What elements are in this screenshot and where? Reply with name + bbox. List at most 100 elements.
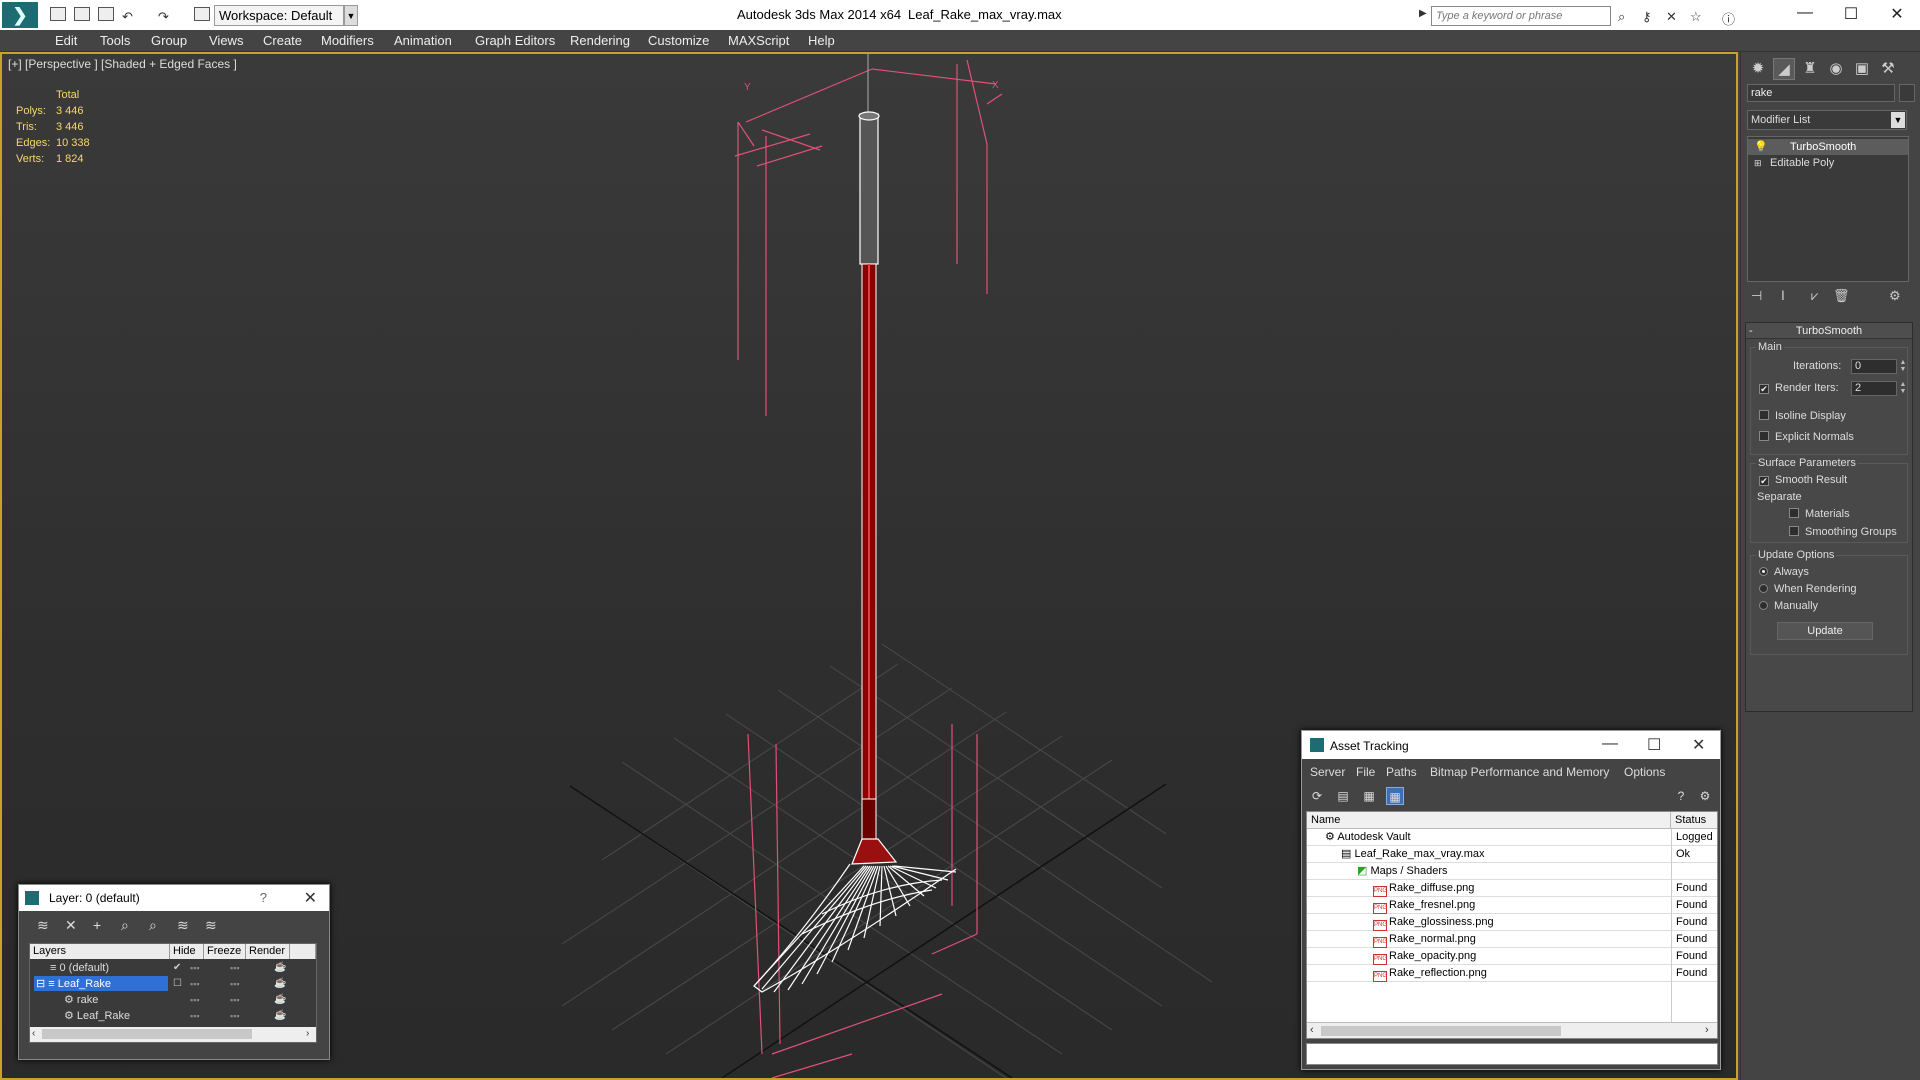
freeze-toggle[interactable]: ▪▪▪ <box>230 992 240 1008</box>
help-icon[interactable]: ? <box>260 890 267 905</box>
table-row[interactable]: ◩ Maps / Shaders <box>1307 863 1717 880</box>
layer-row[interactable]: ≡ 0 (default) ✔ ▪▪▪ ▪▪▪ ☕ <box>30 960 316 976</box>
chevron-down-icon[interactable]: ▼ <box>344 5 358 26</box>
freeze-all-icon[interactable]: ≋ <box>205 917 217 934</box>
menu-help[interactable]: Help <box>808 33 835 48</box>
table-row[interactable]: PNG Rake_fresnel.png Found <box>1307 897 1717 914</box>
close-icon[interactable]: ✕ <box>1692 735 1705 755</box>
column-header-freeze[interactable]: Freeze <box>204 944 246 959</box>
hierarchy-tab-icon[interactable]: ♜ <box>1799 58 1821 80</box>
set-current-layer-icon[interactable]: ☐ <box>173 976 182 992</box>
menu-rendering[interactable]: Rendering <box>570 33 630 48</box>
radio-selected-icon[interactable] <box>1759 567 1768 576</box>
rollout-title[interactable]: - TurboSmooth <box>1746 323 1912 339</box>
checkbox-icon[interactable] <box>1759 431 1769 441</box>
asset-tracking-header[interactable]: Asset Tracking — ☐ ✕ <box>1302 731 1720 759</box>
minimize-icon[interactable]: — <box>1785 4 1825 22</box>
scroll-right-icon[interactable]: › <box>306 1028 309 1039</box>
table-row[interactable]: PNG Rake_diffuse.png Found <box>1307 880 1717 897</box>
motion-tab-icon[interactable]: ◉ <box>1825 58 1847 80</box>
collapse-minus-icon[interactable]: - <box>1749 323 1753 339</box>
menu-paths[interactable]: Paths <box>1386 765 1417 779</box>
materials-checkbox[interactable]: Materials <box>1789 508 1850 520</box>
remove-modifier-icon[interactable]: 🗑 <box>1833 288 1850 304</box>
favorites-star-icon[interactable]: ☆ <box>1690 9 1702 25</box>
checkbox-checked-icon[interactable]: ✔ <box>1759 384 1769 394</box>
active-layer-check-icon[interactable]: ✔ <box>173 960 181 976</box>
delete-layer-icon[interactable]: ✕ <box>65 917 77 934</box>
add-to-layer-icon[interactable]: + <box>93 917 101 933</box>
radio-icon[interactable] <box>1759 584 1768 593</box>
list-view-icon[interactable]: ▤ <box>1334 787 1352 805</box>
checkbox-icon[interactable] <box>1789 526 1799 536</box>
expand-plus-icon[interactable]: ⊞ <box>1754 155 1762 171</box>
scroll-right-icon[interactable]: › <box>1705 1024 1709 1036</box>
render-iters-checkbox[interactable]: ✔ Render Iters: <box>1759 382 1839 394</box>
menu-server[interactable]: Server <box>1310 765 1345 779</box>
layer-row[interactable]: ⚙ rake ▪▪▪ ▪▪▪ ☕ <box>30 992 316 1008</box>
when-rendering-radio[interactable]: When Rendering <box>1759 583 1857 595</box>
rake-head[interactable] <box>753 838 957 993</box>
column-header-layers[interactable]: Layers <box>30 944 170 959</box>
hide-toggle[interactable]: ▪▪▪ <box>190 1008 200 1024</box>
column-header-name[interactable]: Name <box>1307 812 1671 829</box>
menu-modifiers[interactable]: Modifiers <box>321 33 374 48</box>
help-icon[interactable]: ? <box>1672 787 1690 805</box>
table-row[interactable]: PNG Rake_opacity.png Found <box>1307 948 1717 965</box>
menu-animation[interactable]: Animation <box>394 33 452 48</box>
column-header-render[interactable]: Render <box>246 944 290 959</box>
menu-create[interactable]: Create <box>263 33 302 48</box>
workspace-dropdown[interactable]: Workspace: Default <box>214 5 344 26</box>
hide-toggle[interactable]: ▪▪▪ <box>190 992 200 1008</box>
maximize-icon[interactable]: ☐ <box>1831 4 1871 24</box>
column-header-hide[interactable]: Hide <box>170 944 204 959</box>
iterations-spinner[interactable]: 0 <box>1851 359 1897 374</box>
layer-row[interactable]: ⚙ Leaf_Rake ▪▪▪ ▪▪▪ ☕ <box>30 1008 316 1024</box>
chevron-right-icon[interactable]: ▶ <box>1419 8 1427 19</box>
menu-views[interactable]: Views <box>209 33 243 48</box>
stack-item-editable-poly[interactable]: ⊞ Editable Poly <box>1748 155 1908 171</box>
modify-tab-icon[interactable]: ◢ <box>1773 58 1795 80</box>
refresh-icon[interactable]: ⟳ <box>1308 787 1326 805</box>
spinner-arrows-icon[interactable]: ▲ ▼ <box>1899 381 1907 396</box>
hide-toggle[interactable]: ▪▪▪ <box>190 976 200 992</box>
close-icon[interactable]: ✕ <box>304 888 317 908</box>
horizontal-scrollbar[interactable]: ‹ › <box>1307 1022 1717 1038</box>
search-input[interactable]: Type a keyword or phrase <box>1431 6 1611 26</box>
scrollbar-thumb[interactable] <box>1321 1026 1561 1036</box>
highlight-layer-icon[interactable]: ⌕ <box>149 917 157 934</box>
freeze-toggle[interactable]: ▪▪▪ <box>230 960 240 976</box>
lightbulb-icon[interactable]: 💡 <box>1754 139 1768 155</box>
menu-file[interactable]: File <box>1356 765 1375 779</box>
render-iters-spinner[interactable]: 2 <box>1851 381 1897 396</box>
layer-dialog-header[interactable]: Layer: 0 (default) ? ✕ <box>19 885 329 911</box>
menu-maxscript[interactable]: MAXScript <box>728 33 789 48</box>
make-unique-icon[interactable]: ⩗ <box>1811 288 1818 304</box>
display-tab-icon[interactable]: ▣ <box>1851 58 1873 80</box>
column-header-extra[interactable] <box>290 944 316 959</box>
render-teapot-icon[interactable]: ☕ <box>274 1008 286 1024</box>
scroll-left-icon[interactable]: ‹ <box>32 1028 35 1039</box>
create-tab-icon[interactable]: ✹ <box>1747 58 1769 80</box>
table-row[interactable]: PNG Rake_reflection.png Found <box>1307 965 1717 982</box>
update-button[interactable]: Update <box>1777 622 1873 640</box>
table-row[interactable]: ⚙ Autodesk Vault Logged <box>1307 829 1717 846</box>
menu-bitmap-performance[interactable]: Bitmap Performance and Memory <box>1430 765 1609 779</box>
open-file-icon[interactable] <box>74 7 90 21</box>
configure-modifier-sets-icon[interactable]: ⚙ <box>1889 288 1901 304</box>
horizontal-scrollbar[interactable]: ‹ › <box>30 1027 316 1042</box>
key-icon[interactable]: ⚷ <box>1642 9 1652 25</box>
table-row[interactable]: ▤ Leaf_Rake_max_vray.max Ok <box>1307 846 1717 863</box>
utilities-tab-icon[interactable]: ⚒ <box>1877 58 1899 80</box>
table-row[interactable]: PNG Rake_glossiness.png Found <box>1307 914 1717 931</box>
spinner-arrows-icon[interactable]: ▲ ▼ <box>1899 359 1907 374</box>
scrollbar-thumb[interactable] <box>42 1029 252 1039</box>
checkbox-checked-icon[interactable]: ✔ <box>1759 476 1769 486</box>
show-end-result-icon[interactable]: Ⅰ <box>1781 288 1785 304</box>
save-file-icon[interactable] <box>98 7 114 21</box>
render-teapot-icon[interactable]: ☕ <box>274 976 286 992</box>
render-teapot-icon[interactable]: ☕ <box>274 992 286 1008</box>
new-layer-icon[interactable]: ≋ <box>37 917 49 934</box>
checkbox-icon[interactable] <box>1789 508 1799 518</box>
close-icon[interactable]: ✕ <box>1877 4 1917 24</box>
